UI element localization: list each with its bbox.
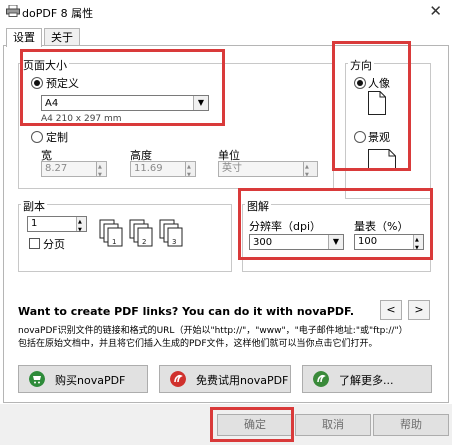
paper-size-select[interactable]: A4 ▼	[41, 95, 209, 111]
chevron-down-icon: ▼	[328, 235, 343, 249]
promo-text-line1: novaPDF识别文件的链接和格式的URL（开始以"http://"，"www"…	[18, 326, 408, 336]
width-value: 8.27	[45, 163, 68, 174]
promo-text-line2: 包括在原始文档中，并且将它们插入生成的PDF文件，这样他们就可以当你点击它们打开…	[18, 339, 378, 349]
promo-headline: Want to create PDF links? You can do it …	[18, 305, 355, 318]
unit-value: 英寸	[222, 163, 242, 174]
landscape-label: 景观	[368, 131, 390, 144]
trial-label: 免费试用novaPDF	[196, 374, 289, 387]
portrait-radio[interactable]	[354, 77, 366, 89]
height-spinner[interactable]	[185, 160, 195, 182]
close-icon[interactable]: ✕	[429, 2, 442, 20]
copies-title: 副本	[21, 198, 47, 214]
trial-novapdf-button[interactable]: 免费试用novaPDF	[159, 365, 291, 393]
printer-properties-window: doPDF 8 属性 ✕ 设置 关于 页面大小 预定义 A4 ▼ A4 210 …	[0, 0, 452, 445]
collate-pages-icon: 1 2 3	[99, 219, 183, 247]
tab-settings[interactable]: 设置	[6, 28, 42, 47]
learn-more-button[interactable]: 了解更多...	[302, 365, 432, 393]
predefined-radio[interactable]	[31, 77, 43, 89]
printer-icon	[6, 5, 20, 17]
dpi-select[interactable]: 300 ▼	[249, 234, 344, 250]
paper-size-description: A4 210 x 297 mm	[41, 114, 122, 124]
window-title: doPDF 8 属性	[22, 7, 94, 20]
page-size-title: 页面大小	[21, 57, 69, 73]
scale-label: 量表（%）	[354, 220, 409, 233]
predefined-label: 预定义	[46, 77, 79, 90]
novapdf-logo-icon	[313, 371, 329, 387]
novapdf-logo-icon	[170, 371, 186, 387]
buy-label: 购买novaPDF	[55, 374, 126, 387]
unit-select[interactable]: 英寸	[218, 160, 318, 182]
copies-input[interactable]: 1	[27, 215, 87, 237]
copies-spinner[interactable]	[76, 215, 86, 237]
portrait-page-icon	[368, 91, 386, 115]
custom-radio[interactable]	[31, 131, 43, 143]
landscape-radio[interactable]	[354, 131, 366, 143]
promo-prev-button[interactable]: <	[380, 300, 402, 320]
cart-icon	[29, 371, 45, 387]
height-input[interactable]: 11.69	[130, 160, 196, 182]
ok-button[interactable]: 确定	[217, 414, 293, 436]
promo-next-button[interactable]: >	[408, 300, 430, 320]
buy-novapdf-button[interactable]: 购买novaPDF	[18, 365, 148, 393]
portrait-label: 人像	[368, 77, 390, 90]
height-value: 11.69	[134, 163, 163, 174]
scale-value: 100	[358, 236, 378, 247]
width-spinner[interactable]	[96, 160, 106, 182]
chevron-down-icon	[303, 160, 317, 182]
settings-panel: 页面大小 预定义 A4 ▼ A4 210 x 297 mm 定制 宽 8.27 …	[3, 41, 449, 403]
tab-about[interactable]: 关于	[44, 28, 80, 46]
tab-strip: 设置 关于	[0, 28, 452, 47]
dialog-footer: 确定 取消 帮助	[0, 404, 452, 445]
help-button[interactable]: 帮助	[373, 414, 449, 436]
landscape-page-icon	[368, 149, 396, 169]
custom-label: 定制	[46, 131, 68, 144]
chevron-down-icon: ▼	[193, 96, 208, 110]
resolution-title: 图解	[245, 198, 271, 214]
collate-label: 分页	[43, 238, 65, 251]
copies-value: 1	[31, 218, 38, 229]
svg-text:3: 3	[172, 238, 176, 246]
width-input[interactable]: 8.27	[41, 160, 107, 182]
paper-size-value: A4	[45, 98, 59, 109]
cancel-button[interactable]: 取消	[295, 414, 371, 436]
learn-more-label: 了解更多...	[339, 374, 394, 387]
orientation-title: 方向	[348, 57, 374, 73]
scale-input[interactable]: 100	[354, 233, 424, 255]
svg-text:2: 2	[142, 238, 146, 246]
svg-text:1: 1	[112, 238, 116, 246]
title-bar: doPDF 8 属性 ✕	[0, 0, 452, 24]
dpi-label: 分辨率（dpi）	[249, 220, 322, 233]
collate-checkbox[interactable]	[29, 238, 40, 249]
scale-spinner[interactable]	[413, 233, 423, 255]
dpi-value: 300	[253, 237, 273, 248]
